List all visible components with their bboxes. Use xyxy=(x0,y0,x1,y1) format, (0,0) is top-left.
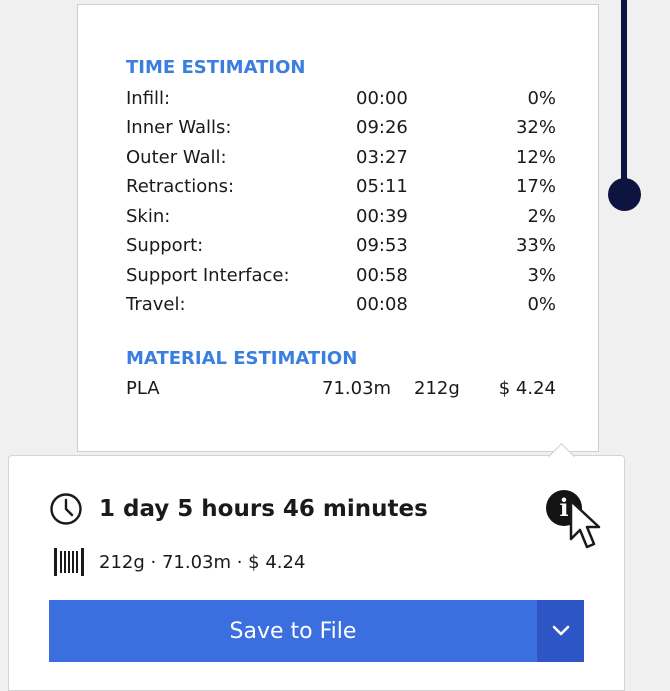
time-row-time: 00:08 xyxy=(356,294,408,315)
material-cost: $ 4.24 xyxy=(498,378,556,399)
time-row-time: 03:27 xyxy=(356,147,408,168)
time-row-percent: 3% xyxy=(527,265,556,286)
time-row-label: Outer Wall: xyxy=(126,147,227,168)
time-row-label: Infill: xyxy=(126,88,171,109)
estimation-popup: TIME ESTIMATION Infill: 00:00 0% Inner W… xyxy=(77,4,599,452)
material-length: 71.03m xyxy=(322,378,392,399)
layer-slider-track[interactable] xyxy=(621,0,627,195)
time-row-time: 00:00 xyxy=(356,88,408,109)
material-summary: 212g · 71.03m · $ 4.24 xyxy=(99,552,306,573)
time-row: Infill: 00:00 0% xyxy=(126,85,556,113)
time-row-time: 09:53 xyxy=(356,235,408,256)
spool-icon xyxy=(54,548,84,576)
material-estimation-title: MATERIAL ESTIMATION xyxy=(126,348,358,369)
time-row: Skin: 00:39 2% xyxy=(126,203,556,231)
time-row-label: Skin: xyxy=(126,206,171,227)
time-row-label: Inner Walls: xyxy=(126,117,232,138)
time-row-percent: 33% xyxy=(515,235,556,256)
time-row-label: Support Interface: xyxy=(126,265,290,286)
time-row: Travel: 00:08 0% xyxy=(126,291,556,319)
print-summary-panel: 1 day 5 hours 46 minutes i 212g · 71.03m… xyxy=(8,455,625,691)
save-button-label: Save to File xyxy=(229,618,357,644)
time-row: Support Interface: 00:58 3% xyxy=(126,262,556,290)
cursor-icon xyxy=(569,499,601,549)
time-row-time: 00:39 xyxy=(356,206,408,227)
time-row-percent: 32% xyxy=(515,117,556,138)
clock-icon xyxy=(50,493,82,525)
time-row-time: 05:11 xyxy=(356,176,408,197)
save-to-file-button[interactable]: Save to File xyxy=(49,600,537,662)
time-row: Outer Wall: 03:27 12% xyxy=(126,144,556,172)
material-weight: 212g xyxy=(414,378,460,399)
time-estimation-title: TIME ESTIMATION xyxy=(126,57,306,78)
time-row-percent: 12% xyxy=(515,147,556,168)
time-row-percent: 2% xyxy=(527,206,556,227)
material-name: PLA xyxy=(126,378,160,399)
time-row-time: 00:58 xyxy=(356,265,408,286)
time-row-label: Retractions: xyxy=(126,176,235,197)
time-row: Retractions: 05:11 17% xyxy=(126,173,556,201)
time-row-label: Travel: xyxy=(126,294,186,315)
save-options-dropdown-button[interactable] xyxy=(537,600,584,662)
time-row-label: Support: xyxy=(126,235,204,256)
chevron-down-icon xyxy=(552,625,569,636)
time-row: Inner Walls: 09:26 32% xyxy=(126,114,556,142)
time-row-percent: 17% xyxy=(515,176,556,197)
time-row: Support: 09:53 33% xyxy=(126,232,556,260)
time-row-percent: 0% xyxy=(527,88,556,109)
layer-slider-handle[interactable] xyxy=(608,178,641,211)
print-time: 1 day 5 hours 46 minutes xyxy=(99,496,428,522)
time-row-percent: 0% xyxy=(527,294,556,315)
material-row: PLA 71.03m 212g $ 4.24 xyxy=(126,375,556,403)
time-row-time: 09:26 xyxy=(356,117,408,138)
